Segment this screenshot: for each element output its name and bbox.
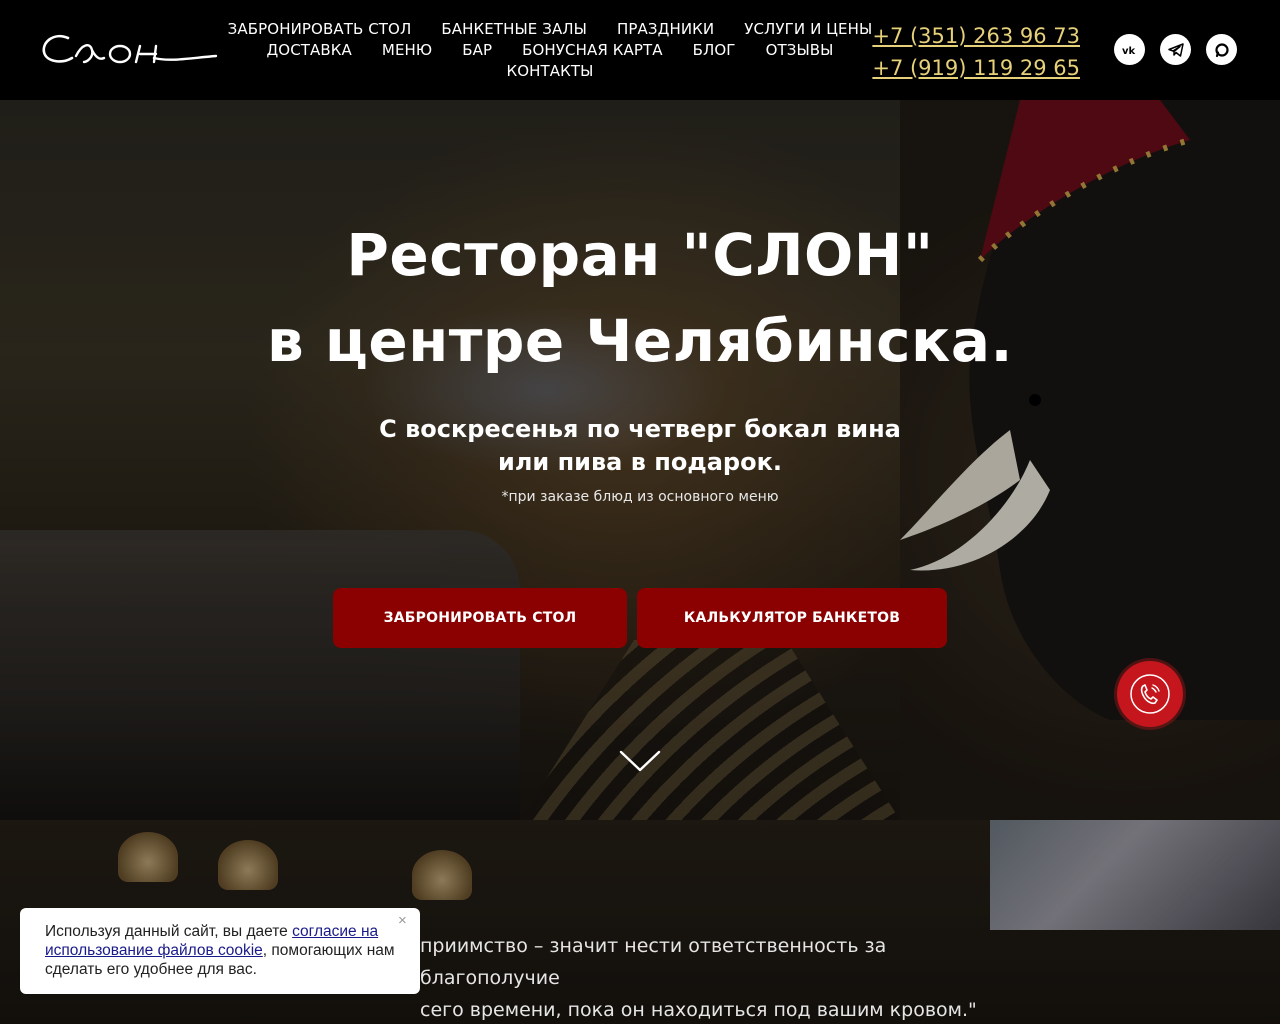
hero-title-line-2: в центре Челябинска. [266,307,1014,375]
hero-subtitle-line-2: или пива в подарок. [498,448,782,476]
telegram-icon[interactable] [1160,34,1191,65]
hero-subtitle: С воскресенья по четверг бокал вина или … [0,413,1280,479]
social-links: vk [1114,34,1237,65]
nav-bonus-card[interactable]: БОНУСНАЯ КАРТА [522,41,663,62]
phone-block: +7 (351) 263 96 73 +7 (919) 119 29 65 [872,20,1080,84]
nav-delivery[interactable]: ДОСТАВКА [266,41,351,62]
nav-menu[interactable]: МЕНЮ [382,41,432,62]
nav-row-1: ЗАБРОНИРОВАТЬ СТОЛ БАНКЕТНЫЕ ЗАЛЫ ПРАЗДН… [228,20,873,41]
cookie-text-before: Используя данный сайт, вы даете [45,923,293,940]
svg-text:vk: vk [1122,46,1136,56]
nav-reviews[interactable]: ОТЗЫВЫ [766,41,834,62]
nav-holidays[interactable]: ПРАЗДНИКИ [617,20,714,41]
close-icon[interactable]: × [398,913,412,928]
logo[interactable] [40,28,220,70]
quote-text: приимство – значит нести ответственность… [420,930,1000,1024]
hero-section: Ресторан "СЛОН" в центре Челябинска. С в… [0,100,1280,820]
nav-bar[interactable]: БАР [462,41,492,62]
nav-contacts[interactable]: КОНТАКТЫ [506,62,593,83]
nav-services-prices[interactable]: УСЛУГИ И ЦЕНЫ [744,20,872,41]
site-header: ЗАБРОНИРОВАТЬ СТОЛ БАНКЕТНЫЕ ЗАЛЫ ПРАЗДН… [0,0,1280,100]
max-icon[interactable] [1206,34,1237,65]
phone-link-1[interactable]: +7 (351) 263 96 73 [872,20,1080,52]
hero-title-line-1: Ресторан "СЛОН" [346,221,934,289]
banquet-calculator-button[interactable]: КАЛЬКУЛЯТОР БАНКЕТОВ [637,588,947,648]
quote-line-2: сего времени, пока он находиться под ваш… [420,999,977,1021]
quote-line-1: приимство – значит нести ответственность… [420,935,887,989]
cookie-banner: Используя данный сайт, вы даете согласие… [20,908,420,994]
phone-link-2[interactable]: +7 (919) 119 29 65 [872,52,1080,84]
hero-title: Ресторан "СЛОН" в центре Челябинска. [0,212,1280,384]
call-button[interactable] [1117,661,1183,727]
phone-icon [1130,674,1170,714]
nav-row-2: ДОСТАВКА МЕНЮ БАР БОНУСНАЯ КАРТА БЛОГ ОТ… [240,41,860,62]
nav-banquet-halls[interactable]: БАНКЕТНЫЕ ЗАЛЫ [441,20,587,41]
main-nav: ЗАБРОНИРОВАТЬ СТОЛ БАНКЕТНЫЕ ЗАЛЫ ПРАЗДН… [228,20,873,83]
nav-blog[interactable]: БЛОГ [693,41,736,62]
vk-icon[interactable]: vk [1114,34,1145,65]
chevron-down-icon[interactable] [619,748,661,774]
nav-row-3: КОНТАКТЫ [240,62,860,83]
hero-subtitle-line-1: С воскресенья по четверг бокал вина [379,415,901,443]
hero-footnote: *при заказе блюд из основного меню [501,489,779,505]
nav-book-table[interactable]: ЗАБРОНИРОВАТЬ СТОЛ [228,20,412,41]
book-table-button[interactable]: ЗАБРОНИРОВАТЬ СТОЛ [333,588,627,648]
